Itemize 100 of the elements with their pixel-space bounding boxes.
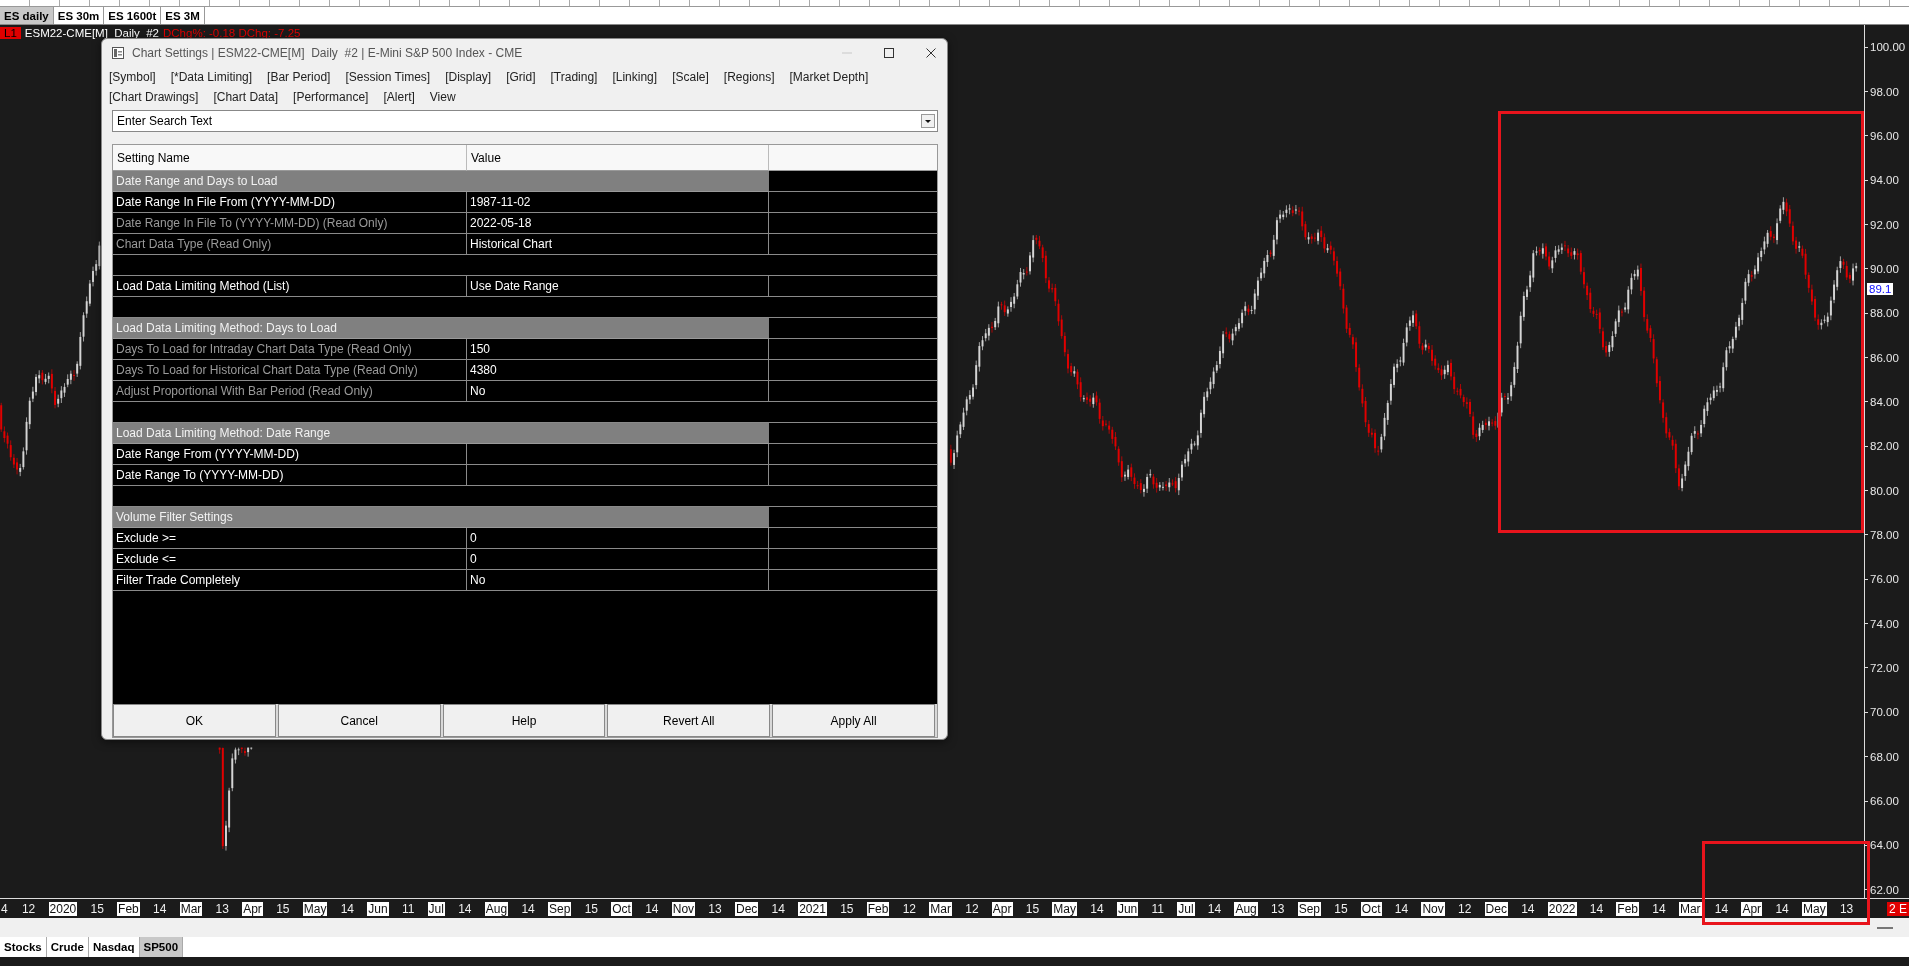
time-label: Sep <box>548 901 572 916</box>
setting-name[interactable]: Load Data Limiting Method (List) <box>113 276 467 297</box>
maximize-icon[interactable] <box>883 46 895 59</box>
price-label: 86.00 <box>1870 351 1899 364</box>
settings-tab[interactable]: [Market Depth] <box>789 70 869 84</box>
setting-value[interactable]: No <box>467 381 769 402</box>
time-label: Aug <box>484 901 509 916</box>
settings-tab[interactable]: [Display] <box>445 70 492 84</box>
time-label: 14 <box>644 901 660 916</box>
price-label: 88.00 <box>1870 307 1899 320</box>
time-label: Feb <box>1616 901 1640 916</box>
settings-tab[interactable]: [Trading] <box>550 70 598 84</box>
setting-name[interactable]: Date Range To (YYYY-MM-DD) <box>113 465 467 486</box>
setting-value[interactable]: Use Date Range <box>467 276 769 297</box>
price-label: 98.00 <box>1870 85 1899 98</box>
time-label: Oct <box>611 901 632 916</box>
time-label: 14 <box>1713 901 1730 916</box>
settings-tab[interactable]: [Bar Period] <box>267 70 331 84</box>
settings-tab[interactable]: [Session Times] <box>345 70 431 84</box>
setting-name[interactable]: Chart Data Type (Read Only) <box>113 234 467 255</box>
corner-badge: 2 E <box>1887 901 1909 916</box>
setting-name[interactable]: Days To Load for Historical Chart Data Type (Read Only) <box>113 360 467 381</box>
time-label: 13 <box>214 901 230 916</box>
dialog-button[interactable]: OK <box>113 704 276 737</box>
section-header: Load Data Limiting Method: Days to Load <box>113 318 769 339</box>
time-label: Nov <box>1421 901 1445 916</box>
setting-name[interactable]: Date Range In File To (YYYY-MM-DD) (Read Only) <box>113 213 467 234</box>
price-label: 72.00 <box>1870 662 1899 674</box>
setting-value[interactable]: 150 <box>467 339 769 360</box>
price-label: 96.00 <box>1870 129 1899 142</box>
setting-value[interactable]: No <box>467 570 769 591</box>
region-badge: L1 <box>0 27 21 39</box>
settings-tab[interactable]: [Scale] <box>672 70 709 84</box>
time-label: Jul <box>427 901 445 916</box>
chartbook-tab[interactable]: SP500 <box>139 937 184 957</box>
section-header: Date Range and Days to Load <box>113 171 769 192</box>
time-label: 12 <box>964 901 980 916</box>
time-label: 14 <box>457 901 473 916</box>
time-label: 12 <box>20 901 37 916</box>
time-label: 14 <box>339 901 355 916</box>
price-label: 76.00 <box>1870 573 1899 586</box>
dialog-button[interactable]: Cancel <box>277 704 441 737</box>
time-label: 13 <box>1838 901 1855 916</box>
time-label: 11 <box>1150 901 1165 916</box>
setting-value[interactable]: 0 <box>467 528 769 549</box>
setting-value[interactable]: 1987-11-02 <box>467 192 769 213</box>
price-label: 84.00 <box>1870 395 1899 408</box>
setting-name[interactable]: Filter Trade Completely <box>113 570 467 591</box>
settings-tab[interactable]: [Chart Drawings] <box>109 90 199 104</box>
time-label: 2021 <box>798 901 827 916</box>
minimize-icon[interactable] <box>1877 926 1893 929</box>
setting-name[interactable]: Adjust Proportional With Bar Period (Read Only) <box>113 381 467 402</box>
price-label: 68.00 <box>1870 750 1899 763</box>
time-label: 15 <box>583 901 599 916</box>
close-icon[interactable] <box>925 46 937 59</box>
time-label: 13 <box>1270 901 1286 916</box>
time-label: 11 <box>400 901 416 916</box>
dialog-button[interactable]: Revert All <box>607 704 771 737</box>
price-label: 80.00 <box>1870 484 1899 497</box>
price-label: 90.00 <box>1870 262 1899 275</box>
settings-tab[interactable]: [Regions] <box>723 70 775 84</box>
setting-name[interactable]: Date Range From (YYYY-MM-DD) <box>113 444 467 465</box>
time-label: 14 <box>152 901 168 916</box>
time-label: 14 <box>1588 901 1605 916</box>
settings-tab[interactable]: [Grid] <box>506 70 536 84</box>
setting-value[interactable]: 2022-05-18 <box>467 213 769 234</box>
settings-tab[interactable]: [Symbol] <box>109 70 156 84</box>
setting-name[interactable]: Days To Load for Intraday Chart Data Type (Read Only) <box>113 339 467 360</box>
time-label: Oct <box>1360 901 1382 916</box>
time-label: 13 <box>707 901 723 916</box>
time-label: Mar <box>179 901 203 916</box>
settings-tab[interactable]: [Linking] <box>612 70 658 84</box>
setting-name[interactable]: Exclude >= <box>113 528 467 549</box>
time-label: 14 <box>1089 901 1105 916</box>
price-label: 94.00 <box>1870 174 1899 187</box>
time-label: Jul <box>1177 901 1195 916</box>
setting-name[interactable]: Date Range In File From (YYYY-MM-DD) <box>113 192 467 213</box>
setting-value[interactable]: 0 <box>467 549 769 570</box>
chart-tab[interactable]: ES daily <box>0 7 54 24</box>
settings-tab[interactable]: [Alert] <box>383 90 415 104</box>
setting-value[interactable]: Historical Chart <box>467 234 769 255</box>
time-label: 15 <box>275 901 291 916</box>
time-label: 14 <box>1651 901 1667 916</box>
price-label: 66.00 <box>1870 795 1899 807</box>
setting-name[interactable]: Exclude <= <box>113 549 467 570</box>
time-label: 12 <box>1457 901 1473 916</box>
dialog-button[interactable]: Apply All <box>772 704 935 737</box>
settings-tab[interactable]: View <box>429 90 456 104</box>
settings-tab[interactable]: [Chart Data] <box>213 90 279 104</box>
price-label: 64.00 <box>1870 839 1899 852</box>
search-field[interactable]: Enter Search Text <box>112 110 938 132</box>
settings-tab[interactable]: [*Data Limiting] <box>170 70 253 84</box>
time-label: 15 <box>1333 901 1349 916</box>
setting-value[interactable]: 4380 <box>467 360 769 381</box>
time-label: 4 <box>0 901 9 916</box>
time-label: Apr <box>242 901 263 916</box>
settings-tab[interactable]: [Performance] <box>293 90 369 104</box>
dialog-button[interactable]: Help <box>442 704 606 737</box>
time-label: 14 <box>520 901 536 916</box>
time-label: 12 <box>901 901 918 916</box>
